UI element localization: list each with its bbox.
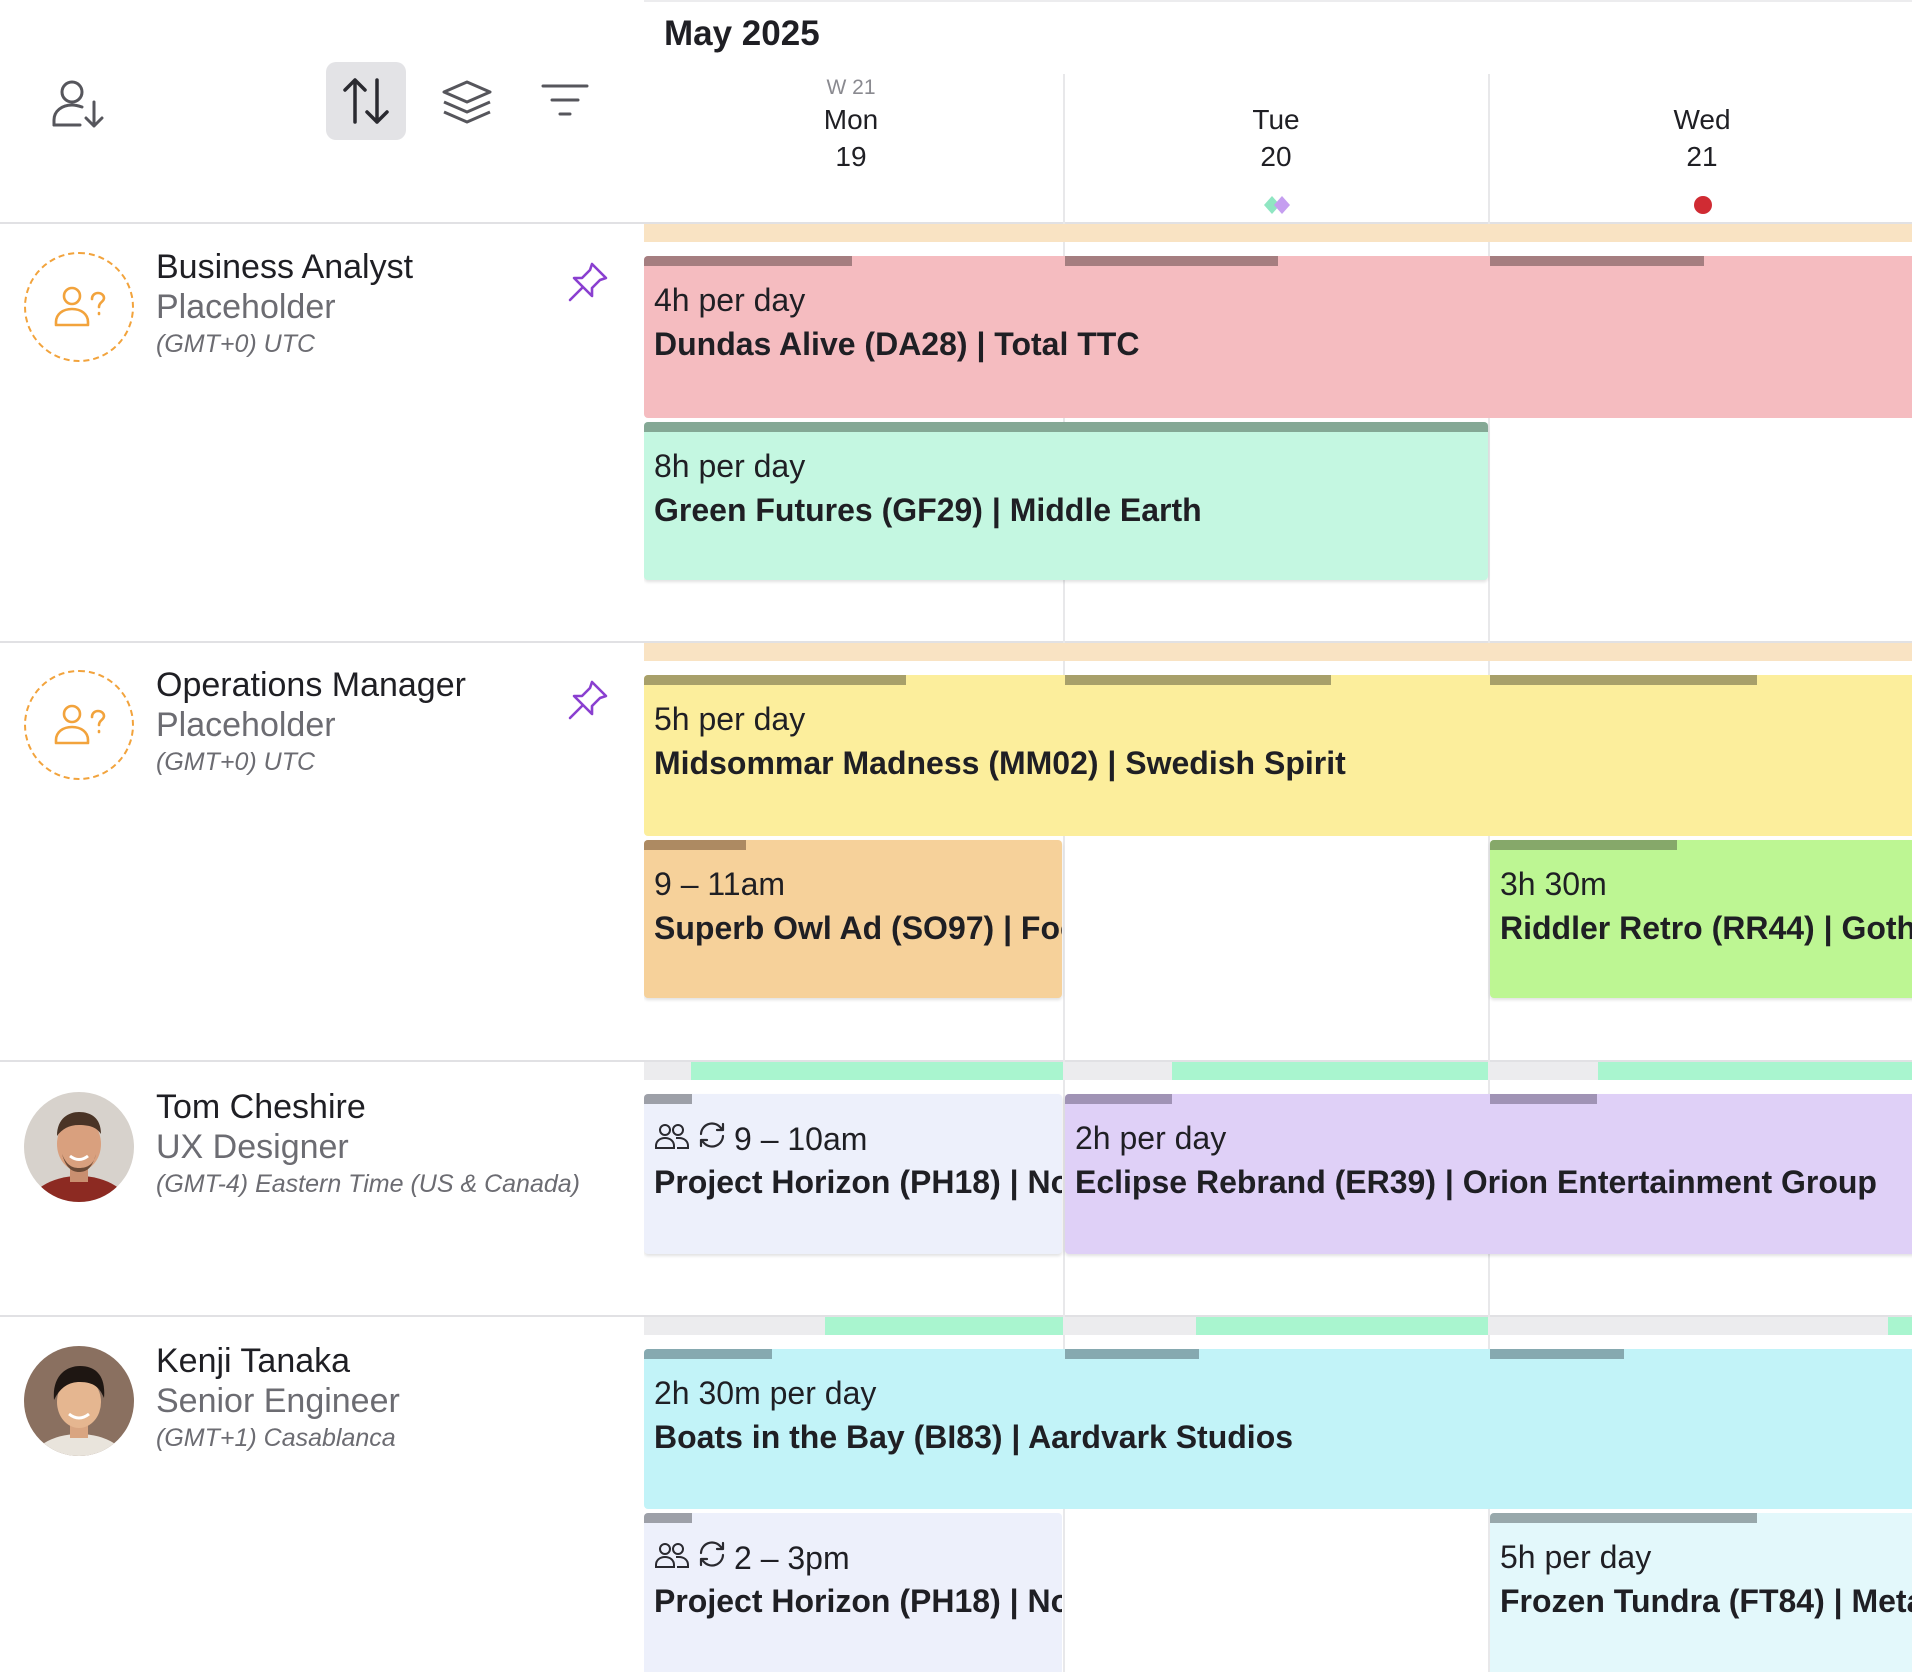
pin-icon[interactable] [566,678,610,727]
capacity-available [691,1062,1063,1080]
allocation-time: 2h per day [1075,1120,1227,1156]
capacity-available [1598,1062,1912,1080]
month-label: May 2025 [664,14,820,53]
person-timezone: (GMT+0) UTC [156,748,316,776]
layers-icon[interactable] [432,68,502,138]
week-label: W 21 [826,76,876,99]
allocation-time: 9 – 11am [654,866,786,902]
allocation-project: Superb Owl Ad (SO97) | Foot [654,910,1062,946]
group-icon [654,1540,690,1577]
allocation-project: Dundas Alive (DA28) | Total TTC [654,326,1140,362]
allocation-block[interactable]: 2 – 3pm Project Horizon (PH18) | Nov [644,1513,1062,1672]
pin-icon[interactable] [566,260,610,309]
allocation-project: Midsommar Madness (MM02) | Swedish Spiri… [654,745,1346,781]
day-name: Mon [823,104,879,135]
sort-arrows-icon[interactable] [326,62,406,140]
person-timezone: (GMT+1) Casablanca [156,1424,396,1452]
person-role: Placeholder [156,706,336,744]
filter-icon[interactable] [530,70,600,134]
allocation-block[interactable]: 9 – 10am Project Horizon (PH18) | No [644,1094,1062,1254]
allocation-time: 8h per day [654,448,806,484]
day-name: Wed [1673,104,1731,135]
person-name: Business Analyst [156,248,414,286]
allocation-block[interactable]: 2h 30m per day Boats in the Bay (BI83) |… [644,1349,1912,1509]
allocation-block[interactable]: 2h per day Eclipse Rebrand (ER39) | Orio… [1065,1094,1912,1254]
allocation-project: Project Horizon (PH18) | Nov [654,1583,1062,1619]
avatar[interactable] [24,1346,134,1456]
group-icon [654,1121,690,1158]
person-name: Operations Manager [156,666,466,704]
allocation-project: Frozen Tundra (FT84) | Metal [1500,1583,1912,1619]
person-role: UX Designer [156,1128,349,1166]
day-number: 19 [835,141,867,172]
capacity-available [1196,1317,1488,1335]
allocation-project: Eclipse Rebrand (ER39) | Orion Entertain… [1075,1164,1877,1200]
status-dot[interactable] [1694,196,1712,214]
allocation-time: 5h per day [1500,1539,1652,1575]
allocation-project: Green Futures (GF29) | Middle Earth [654,492,1202,528]
capacity-strip [644,224,1912,242]
allocation-block[interactable]: 5h per day Midsommar Madness (MM02) | Sw… [644,675,1912,836]
day-name: Tue [1252,104,1300,135]
allocation-time: 3h 30m [1500,866,1607,902]
allocation-time: 2h 30m per day [654,1375,877,1411]
allocation-time: 2 – 3pm [734,1539,850,1576]
allocation-block[interactable]: 9 – 11am Superb Owl Ad (SO97) | Foot [644,840,1062,998]
repeat-icon [696,1539,728,1577]
capacity-strip [644,643,1912,661]
person-timezone: (GMT-4) Eastern Time (US & Canada) [156,1170,580,1198]
allocation-project: Boats in the Bay (BI83) | Aardvark Studi… [654,1419,1294,1455]
allocation-time: 9 – 10am [734,1120,868,1157]
allocation-time: 5h per day [654,701,806,737]
placeholder-person-icon [24,252,134,362]
diamond-milestone-icon[interactable] [1262,194,1294,221]
placeholder-person-icon [24,670,134,780]
allocation-block[interactable]: 3h 30m Riddler Retro (RR44) | Gotha [1490,840,1912,998]
allocation-time: 4h per day [654,282,806,318]
day-number: 20 [1260,141,1292,172]
avatar[interactable] [24,1092,134,1202]
capacity-available [1172,1062,1488,1080]
allocation-project: Riddler Retro (RR44) | Gotha [1500,910,1912,946]
person-role: Placeholder [156,288,336,326]
day-number: 21 [1686,141,1718,172]
schedule-timeline: May 2025 W 21 Mon 19 Tue 20 Wed 21 4h pe… [644,0,1912,1672]
user-sort-down-icon[interactable] [46,72,110,136]
person-role: Senior Engineer [156,1382,400,1420]
allocation-block[interactable]: 4h per day Dundas Alive (DA28) | Total T… [644,256,1912,418]
allocation-block[interactable]: 8h per day Green Futures (GF29) | Middle… [644,422,1488,580]
capacity-available [1888,1317,1912,1335]
capacity-available [825,1317,1063,1335]
person-name: Kenji Tanaka [156,1342,351,1380]
person-name: Tom Cheshire [156,1088,366,1126]
person-timezone: (GMT+0) UTC [156,330,316,358]
repeat-icon [696,1120,728,1158]
people-panel: Business Analyst Placeholder (GMT+0) UTC… [0,0,644,1672]
allocation-project: Project Horizon (PH18) | No [654,1164,1062,1200]
allocation-block[interactable]: 5h per day Frozen Tundra (FT84) | Metal [1490,1513,1912,1672]
